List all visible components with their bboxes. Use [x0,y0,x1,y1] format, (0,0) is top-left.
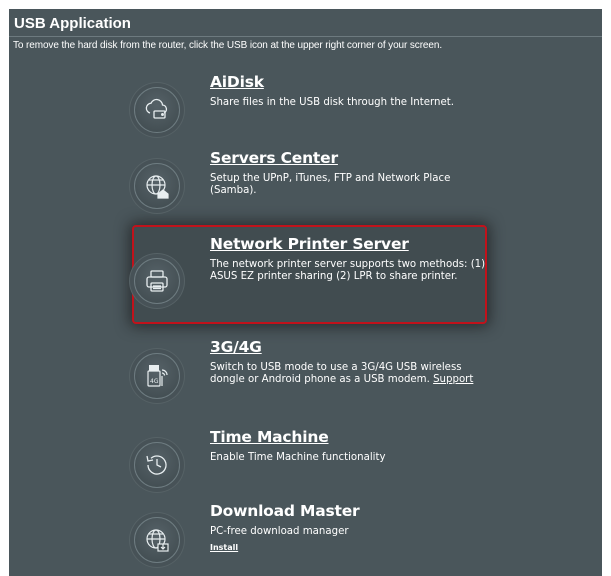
printer-icon[interactable] [134,258,180,304]
svg-text:4G: 4G [150,378,159,385]
servers-center-description: Setup the UPnP, iTunes, FTP and Network … [210,173,451,196]
app-aidisk: AiDisk Share files in the USB disk throu… [130,73,485,133]
globe-house-icon[interactable] [134,163,180,209]
app-network-printer-server: Network Printer Server The network print… [130,235,485,305]
cloud-disk-icon[interactable] [134,87,180,133]
app-3g-4g: 4G 3G/4G Switch to USB mode to use a 3G/… [130,338,485,399]
3g-4g-link[interactable]: 3G/4G [210,338,262,356]
time-machine-description: Enable Time Machine functionality [210,452,386,463]
network-printer-server-description: The network printer server supports two … [210,259,486,282]
aidisk-description: Share files in the USB disk through the … [210,97,454,108]
time-machine-link[interactable]: Time Machine [210,428,329,446]
globe-download-icon[interactable] [134,517,180,563]
support-link[interactable]: Support [433,374,473,385]
download-master-description: PC-free download manager [210,526,349,537]
app-time-machine: Time Machine Enable Time Machine functio… [130,428,485,488]
page-title: USB Application [14,15,131,32]
install-link[interactable]: Install [210,543,238,552]
usb-modem-icon[interactable]: 4G [134,353,180,399]
aidisk-link[interactable]: AiDisk [210,73,264,91]
network-printer-server-link[interactable]: Network Printer Server [210,235,409,253]
app-servers-center: Servers Center Setup the UPnP, iTunes, F… [130,149,485,209]
page-subtitle: To remove the hard disk from the router,… [13,40,442,51]
3g-4g-description: Switch to USB mode to use a 3G/4G USB wi… [210,362,495,386]
3g-4g-description-text: Switch to USB mode to use a 3G/4G USB wi… [210,362,462,385]
download-master-title[interactable]: Download Master [210,502,360,520]
servers-center-link[interactable]: Servers Center [210,149,338,167]
title-divider [9,36,602,37]
app-download-master: Download Master PC-free download manager… [130,502,485,572]
clock-arrow-icon[interactable] [134,442,180,488]
usb-application-panel: USB Application To remove the hard disk … [9,9,602,576]
